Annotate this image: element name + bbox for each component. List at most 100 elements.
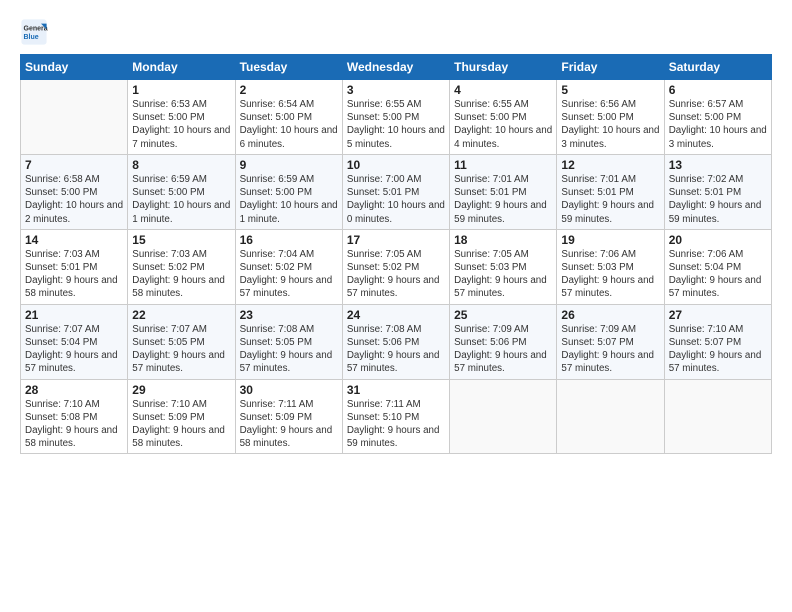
day-number: 22	[132, 308, 230, 322]
calendar-cell: 3Sunrise: 6:55 AMSunset: 5:00 PMDaylight…	[342, 80, 449, 155]
cell-info: Sunrise: 7:01 AMSunset: 5:01 PMDaylight:…	[561, 173, 659, 226]
logo: General Blue	[20, 18, 54, 46]
day-number: 19	[561, 233, 659, 247]
cell-info: Sunrise: 6:55 AMSunset: 5:00 PMDaylight:…	[454, 98, 552, 151]
day-number: 4	[454, 83, 552, 97]
day-number: 25	[454, 308, 552, 322]
calendar-cell: 19Sunrise: 7:06 AMSunset: 5:03 PMDayligh…	[557, 229, 664, 304]
day-number: 16	[240, 233, 338, 247]
weekday-header-saturday: Saturday	[664, 55, 771, 80]
cell-info: Sunrise: 7:08 AMSunset: 5:06 PMDaylight:…	[347, 323, 445, 376]
cell-info: Sunrise: 6:56 AMSunset: 5:00 PMDaylight:…	[561, 98, 659, 151]
calendar-cell: 25Sunrise: 7:09 AMSunset: 5:06 PMDayligh…	[450, 304, 557, 379]
cell-info: Sunrise: 7:10 AMSunset: 5:07 PMDaylight:…	[669, 323, 767, 376]
day-number: 30	[240, 383, 338, 397]
day-number: 31	[347, 383, 445, 397]
cell-info: Sunrise: 7:01 AMSunset: 5:01 PMDaylight:…	[454, 173, 552, 226]
day-number: 5	[561, 83, 659, 97]
calendar-cell: 15Sunrise: 7:03 AMSunset: 5:02 PMDayligh…	[128, 229, 235, 304]
day-number: 13	[669, 158, 767, 172]
day-number: 1	[132, 83, 230, 97]
cell-info: Sunrise: 7:08 AMSunset: 5:05 PMDaylight:…	[240, 323, 338, 376]
week-row-5: 28Sunrise: 7:10 AMSunset: 5:08 PMDayligh…	[21, 379, 772, 454]
calendar-cell: 17Sunrise: 7:05 AMSunset: 5:02 PMDayligh…	[342, 229, 449, 304]
day-number: 7	[25, 158, 123, 172]
day-number: 8	[132, 158, 230, 172]
day-number: 14	[25, 233, 123, 247]
cell-info: Sunrise: 7:09 AMSunset: 5:07 PMDaylight:…	[561, 323, 659, 376]
weekday-header-monday: Monday	[128, 55, 235, 80]
weekday-header-tuesday: Tuesday	[235, 55, 342, 80]
calendar-cell: 23Sunrise: 7:08 AMSunset: 5:05 PMDayligh…	[235, 304, 342, 379]
day-number: 29	[132, 383, 230, 397]
week-row-2: 7Sunrise: 6:58 AMSunset: 5:00 PMDaylight…	[21, 154, 772, 229]
calendar-cell: 18Sunrise: 7:05 AMSunset: 5:03 PMDayligh…	[450, 229, 557, 304]
cell-info: Sunrise: 6:55 AMSunset: 5:00 PMDaylight:…	[347, 98, 445, 151]
day-number: 27	[669, 308, 767, 322]
logo-icon: General Blue	[20, 18, 48, 46]
cell-info: Sunrise: 6:57 AMSunset: 5:00 PMDaylight:…	[669, 98, 767, 151]
cell-info: Sunrise: 7:10 AMSunset: 5:08 PMDaylight:…	[25, 398, 123, 451]
cell-info: Sunrise: 6:54 AMSunset: 5:00 PMDaylight:…	[240, 98, 338, 151]
calendar-cell: 30Sunrise: 7:11 AMSunset: 5:09 PMDayligh…	[235, 379, 342, 454]
calendar-cell: 14Sunrise: 7:03 AMSunset: 5:01 PMDayligh…	[21, 229, 128, 304]
cell-info: Sunrise: 7:05 AMSunset: 5:03 PMDaylight:…	[454, 248, 552, 301]
calendar-cell: 29Sunrise: 7:10 AMSunset: 5:09 PMDayligh…	[128, 379, 235, 454]
day-number: 28	[25, 383, 123, 397]
cell-info: Sunrise: 7:03 AMSunset: 5:01 PMDaylight:…	[25, 248, 123, 301]
calendar-cell: 27Sunrise: 7:10 AMSunset: 5:07 PMDayligh…	[664, 304, 771, 379]
calendar-cell: 8Sunrise: 6:59 AMSunset: 5:00 PMDaylight…	[128, 154, 235, 229]
calendar-cell: 5Sunrise: 6:56 AMSunset: 5:00 PMDaylight…	[557, 80, 664, 155]
cell-info: Sunrise: 7:06 AMSunset: 5:04 PMDaylight:…	[669, 248, 767, 301]
weekday-header-wednesday: Wednesday	[342, 55, 449, 80]
weekday-header-thursday: Thursday	[450, 55, 557, 80]
header: General Blue	[20, 18, 772, 46]
cell-info: Sunrise: 6:59 AMSunset: 5:00 PMDaylight:…	[240, 173, 338, 226]
cell-info: Sunrise: 7:00 AMSunset: 5:01 PMDaylight:…	[347, 173, 445, 226]
calendar-cell: 28Sunrise: 7:10 AMSunset: 5:08 PMDayligh…	[21, 379, 128, 454]
calendar-cell: 9Sunrise: 6:59 AMSunset: 5:00 PMDaylight…	[235, 154, 342, 229]
weekday-header-sunday: Sunday	[21, 55, 128, 80]
weekday-header-friday: Friday	[557, 55, 664, 80]
cell-info: Sunrise: 7:02 AMSunset: 5:01 PMDaylight:…	[669, 173, 767, 226]
day-number: 21	[25, 308, 123, 322]
calendar-cell: 31Sunrise: 7:11 AMSunset: 5:10 PMDayligh…	[342, 379, 449, 454]
week-row-4: 21Sunrise: 7:07 AMSunset: 5:04 PMDayligh…	[21, 304, 772, 379]
calendar-cell	[21, 80, 128, 155]
calendar-cell: 11Sunrise: 7:01 AMSunset: 5:01 PMDayligh…	[450, 154, 557, 229]
day-number: 18	[454, 233, 552, 247]
page: General Blue SundayMondayTuesdayWednesda…	[0, 0, 792, 612]
calendar-cell: 21Sunrise: 7:07 AMSunset: 5:04 PMDayligh…	[21, 304, 128, 379]
week-row-3: 14Sunrise: 7:03 AMSunset: 5:01 PMDayligh…	[21, 229, 772, 304]
cell-info: Sunrise: 7:11 AMSunset: 5:09 PMDaylight:…	[240, 398, 338, 451]
calendar-cell: 6Sunrise: 6:57 AMSunset: 5:00 PMDaylight…	[664, 80, 771, 155]
calendar-cell: 4Sunrise: 6:55 AMSunset: 5:00 PMDaylight…	[450, 80, 557, 155]
cell-info: Sunrise: 7:04 AMSunset: 5:02 PMDaylight:…	[240, 248, 338, 301]
svg-text:Blue: Blue	[24, 34, 39, 41]
calendar-cell	[450, 379, 557, 454]
day-number: 20	[669, 233, 767, 247]
cell-info: Sunrise: 7:11 AMSunset: 5:10 PMDaylight:…	[347, 398, 445, 451]
calendar-cell	[664, 379, 771, 454]
calendar-table: SundayMondayTuesdayWednesdayThursdayFrid…	[20, 54, 772, 454]
cell-info: Sunrise: 7:09 AMSunset: 5:06 PMDaylight:…	[454, 323, 552, 376]
calendar-cell: 10Sunrise: 7:00 AMSunset: 5:01 PMDayligh…	[342, 154, 449, 229]
cell-info: Sunrise: 6:58 AMSunset: 5:00 PMDaylight:…	[25, 173, 123, 226]
cell-info: Sunrise: 6:53 AMSunset: 5:00 PMDaylight:…	[132, 98, 230, 151]
day-number: 17	[347, 233, 445, 247]
cell-info: Sunrise: 7:07 AMSunset: 5:04 PMDaylight:…	[25, 323, 123, 376]
day-number: 24	[347, 308, 445, 322]
calendar-cell: 26Sunrise: 7:09 AMSunset: 5:07 PMDayligh…	[557, 304, 664, 379]
day-number: 10	[347, 158, 445, 172]
calendar-cell: 7Sunrise: 6:58 AMSunset: 5:00 PMDaylight…	[21, 154, 128, 229]
day-number: 6	[669, 83, 767, 97]
cell-info: Sunrise: 6:59 AMSunset: 5:00 PMDaylight:…	[132, 173, 230, 226]
day-number: 26	[561, 308, 659, 322]
day-number: 3	[347, 83, 445, 97]
calendar-cell	[557, 379, 664, 454]
day-number: 15	[132, 233, 230, 247]
calendar-cell: 12Sunrise: 7:01 AMSunset: 5:01 PMDayligh…	[557, 154, 664, 229]
week-row-1: 1Sunrise: 6:53 AMSunset: 5:00 PMDaylight…	[21, 80, 772, 155]
cell-info: Sunrise: 7:07 AMSunset: 5:05 PMDaylight:…	[132, 323, 230, 376]
day-number: 23	[240, 308, 338, 322]
